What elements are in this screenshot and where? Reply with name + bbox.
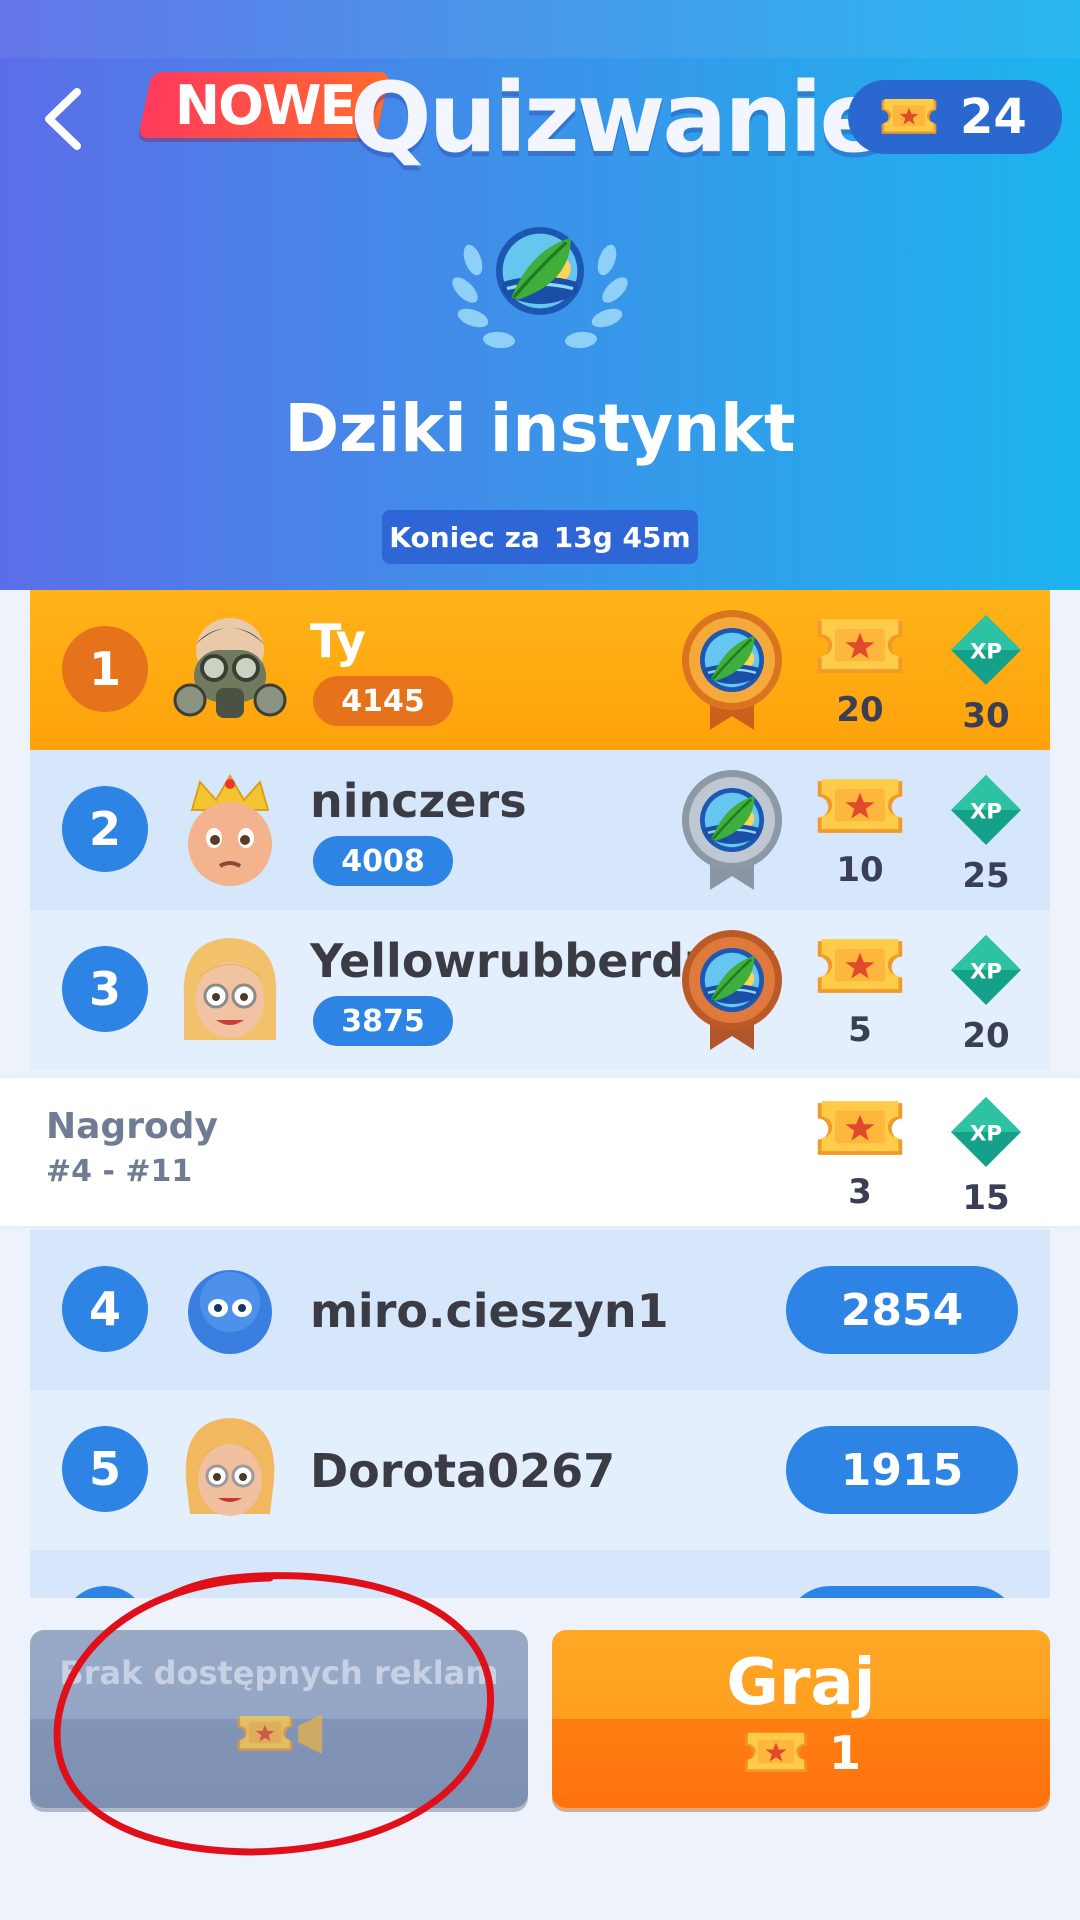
leaderboard-row[interactable]: 3 Yellowrubberduck 3875 5 20 xyxy=(30,910,1050,1070)
ticket-reward-value: 3 xyxy=(848,1172,872,1212)
ticket-icon xyxy=(812,932,908,1002)
play-button[interactable]: Graj 1 xyxy=(552,1630,1050,1808)
ticket-count: 24 xyxy=(960,89,1027,145)
player-name: miro.cieszyn1 xyxy=(310,1284,669,1338)
leaderboard-row[interactable]: 5 Dorota0267 1915 xyxy=(30,1390,1050,1550)
xp-icon xyxy=(948,612,1024,688)
player-score: 3875 xyxy=(313,996,453,1046)
category-emblem-icon xyxy=(452,225,628,349)
countdown-label: Koniec za xyxy=(389,520,540,554)
play-cost: 1 xyxy=(552,1726,1050,1780)
rank-badge: 1 xyxy=(62,626,148,712)
ticket-icon xyxy=(812,772,908,842)
prizes-bar: Nagrody #4 - #11 3 15 xyxy=(0,1078,1080,1226)
watch-ad-button[interactable]: Brak dostępnych reklam xyxy=(30,1630,528,1808)
category-title: Dziki instynkt xyxy=(284,390,796,467)
countdown-badge: Koniec za 13g 45m xyxy=(382,510,698,564)
player-score xyxy=(786,1586,1018,1598)
player-score: 4145 xyxy=(313,676,453,726)
player-name: ninczers xyxy=(310,774,527,828)
rank-badge xyxy=(62,1586,148,1598)
xp-icon xyxy=(948,772,1024,848)
leaderboard-row[interactable]: 2 ninczers 4008 10 25 xyxy=(30,750,1050,910)
ticket-reward: 10 xyxy=(810,772,910,890)
gas-mask-avatar xyxy=(173,618,287,718)
blue-ball-avatar xyxy=(188,1270,272,1354)
watch-ad-label: Brak dostępnych reklam xyxy=(59,1654,499,1692)
xp-reward: 25 xyxy=(936,772,1036,896)
player-name: Ty xyxy=(310,614,366,668)
xp-reward: 15 xyxy=(936,1094,1036,1218)
rank-badge: 2 xyxy=(62,786,148,872)
ticket-reward: 20 xyxy=(810,612,910,730)
chevron-left-icon xyxy=(45,88,81,150)
silver-medal-icon xyxy=(682,770,782,890)
xp-icon xyxy=(948,1094,1024,1170)
back-button[interactable] xyxy=(22,74,102,164)
xp-reward-value: 30 xyxy=(962,696,1010,736)
bronze-medal-icon xyxy=(682,930,782,1050)
prizes-range: #4 - #11 xyxy=(46,1154,193,1189)
ticket-reward: 5 xyxy=(810,932,910,1050)
blonde-glasses-avatar xyxy=(183,938,277,1040)
bottom-bar: Brak dostępnych reklam Graj 1 xyxy=(0,1598,1080,1920)
countdown-value: 13g 45m xyxy=(553,520,691,554)
prizes-label: Nagrody xyxy=(46,1106,218,1147)
app-title: Quizwanie xyxy=(350,62,885,174)
play-label: Graj xyxy=(726,1646,876,1720)
ticket-icon xyxy=(812,612,908,682)
player-score: 1915 xyxy=(786,1426,1018,1514)
ticket-icon xyxy=(812,1094,908,1164)
blonde-glasses-avatar xyxy=(185,1418,275,1516)
ticket-counter[interactable]: 24 xyxy=(848,80,1062,154)
header: NOWE Quizwanie 24 Dziki instynkt Koniec … xyxy=(0,0,1080,590)
ticket-reward-value: 5 xyxy=(848,1010,872,1050)
leaderboard-row[interactable]: 1 Ty 4145 20 30 xyxy=(30,590,1050,750)
leaderboard-row[interactable]: 4 miro.cieszyn1 2854 xyxy=(30,1230,1050,1390)
ticket-icon xyxy=(741,1727,811,1779)
xp-reward-value: 25 xyxy=(962,856,1010,896)
rank-badge: 3 xyxy=(62,946,148,1032)
rank-badge: 5 xyxy=(62,1426,148,1512)
rank-badge: 4 xyxy=(62,1266,148,1352)
xp-reward: 20 xyxy=(936,932,1036,1056)
play-cost-value: 1 xyxy=(828,1726,861,1780)
crowned-avatar xyxy=(188,774,272,886)
xp-reward-value: 15 xyxy=(962,1178,1010,1218)
video-ticket-icon xyxy=(237,1714,322,1754)
new-badge-label: NOWE xyxy=(175,73,355,137)
status-bar xyxy=(0,0,1080,58)
player-name: Dorota0267 xyxy=(310,1444,616,1498)
xp-reward-value: 20 xyxy=(962,1016,1010,1056)
ticket-reward-value: 20 xyxy=(836,690,884,730)
xp-reward: 30 xyxy=(936,612,1036,736)
ticket-icon xyxy=(878,94,940,140)
ticket-reward: 3 xyxy=(810,1094,910,1212)
leaderboard-row-partial[interactable] xyxy=(30,1550,1050,1598)
gold-medal-icon xyxy=(682,610,782,730)
xp-icon xyxy=(948,932,1024,1008)
ticket-reward-value: 10 xyxy=(836,850,884,890)
player-score: 4008 xyxy=(313,836,453,886)
app-logo: NOWE Quizwanie xyxy=(137,62,885,174)
player-score: 2854 xyxy=(786,1266,1018,1354)
